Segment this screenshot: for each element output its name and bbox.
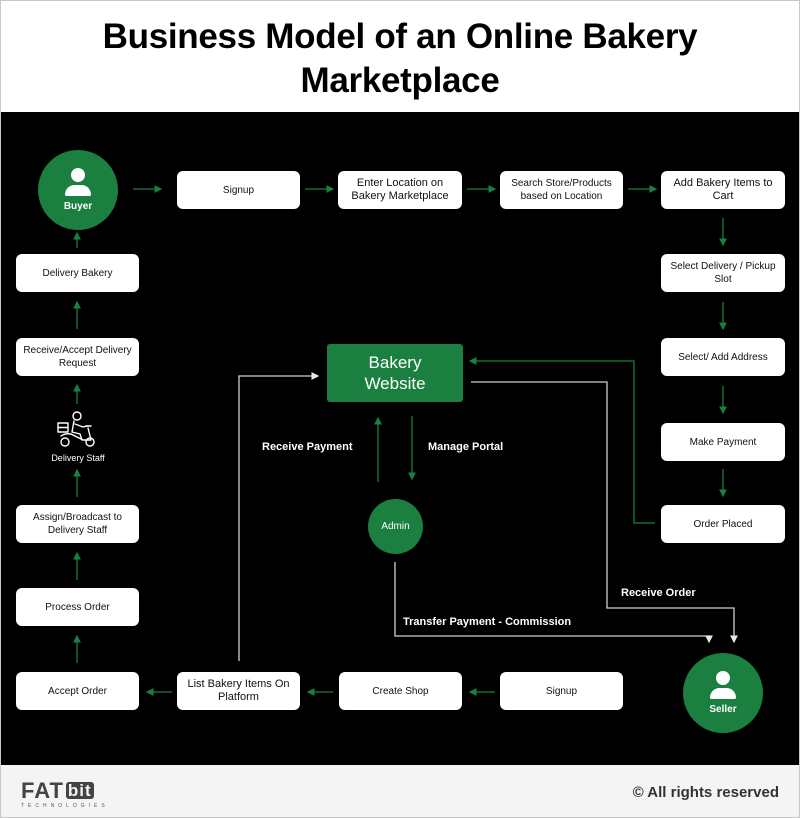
logo-main-text: FAT <box>21 778 64 803</box>
admin-node: Admin <box>368 499 423 554</box>
title-line-2: Marketplace <box>300 61 500 100</box>
seller-step-receive-delivery-request: Receive/Accept Delivery Request <box>16 338 139 376</box>
seller-step-create-shop: Create Shop <box>339 672 462 710</box>
fatbit-logo: FAT bit TECHNOLOGIES <box>21 778 109 810</box>
user-icon <box>709 671 737 701</box>
title-line-1: Business Model of an Online Bakery <box>102 17 698 56</box>
seller-step-accept-order: Accept Order <box>16 672 139 710</box>
buyer-step-signup: Signup <box>177 171 300 209</box>
seller-step-signup: Signup <box>500 672 623 710</box>
edge-label-receive-order: Receive Order <box>621 587 696 599</box>
edge-label-manage-portal: Manage Portal <box>428 441 504 453</box>
website-label-line-1: Bakery <box>368 353 422 372</box>
delivery-staff-label: Delivery Staff <box>51 453 105 463</box>
seller-step-delivery-bakery: Delivery Bakery <box>16 254 139 292</box>
buyer-step-order-placed: Order Placed <box>661 505 785 543</box>
copyright-text: © All rights reserved <box>632 784 779 801</box>
buyer-step-select-slot: Select Delivery / Pickup Slot <box>661 254 785 292</box>
edge-label-receive-payment: Receive Payment <box>262 441 353 453</box>
bakery-website-node: Bakery Website <box>327 344 463 402</box>
buyer-step-add-to-cart: Add Bakery Items to Cart <box>661 171 785 209</box>
seller-step-list-items: List Bakery Items On Platform <box>177 672 300 710</box>
seller-node: Seller <box>683 653 763 733</box>
seller-step-assign-delivery: Assign/Broadcast to Delivery Staff <box>16 505 139 543</box>
seller-step-process-order: Process Order <box>16 588 139 626</box>
footer: FAT bit TECHNOLOGIES © All rights reserve… <box>1 765 799 817</box>
buyer-step-search: Search Store/Products based on Location <box>500 171 623 209</box>
user-icon <box>64 168 92 198</box>
seller-label: Seller <box>709 704 737 715</box>
page-title: Business Model of an Online Bakery Marke… <box>1 15 799 103</box>
logo-subtext: TECHNOLOGIES <box>21 803 109 809</box>
buyer-step-make-payment: Make Payment <box>661 423 785 461</box>
website-label-line-2: Website <box>364 374 426 393</box>
edge-label-transfer-payment: Transfer Payment - Commission <box>403 616 572 628</box>
buyer-step-select-address: Select/ Add Address <box>661 338 785 376</box>
buyer-node: Buyer <box>38 150 118 230</box>
header: Business Model of an Online Bakery Marke… <box>1 1 799 111</box>
buyer-label: Buyer <box>63 201 93 212</box>
logo-bit-text: bit <box>65 781 94 800</box>
delivery-scooter-icon <box>57 411 95 447</box>
buyer-step-enter-location: Enter Location on Bakery Marketplace <box>338 171 462 209</box>
